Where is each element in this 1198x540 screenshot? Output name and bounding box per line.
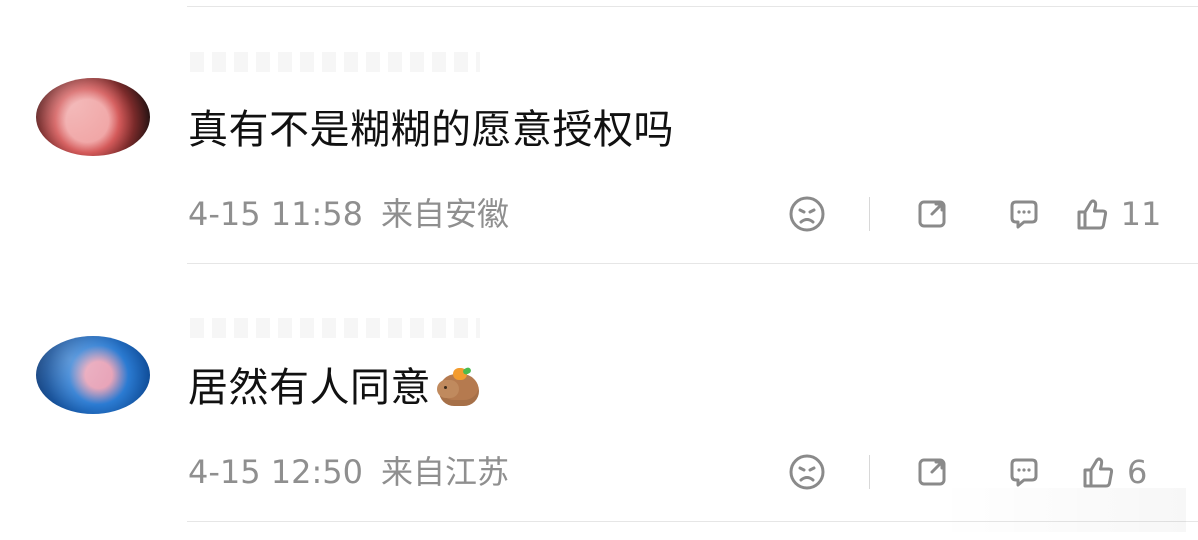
username-redacted bbox=[190, 318, 480, 338]
actions-separator bbox=[869, 455, 870, 489]
sad-face-icon bbox=[789, 454, 825, 490]
avatar[interactable] bbox=[36, 336, 150, 414]
watermark bbox=[936, 488, 1186, 532]
comment-date-time: 4-15 12:50 bbox=[188, 453, 364, 491]
dislike-button[interactable] bbox=[761, 450, 853, 494]
share-icon bbox=[918, 458, 946, 486]
thumbs-up-icon bbox=[1083, 457, 1114, 488]
comment-text-content: 居然有人同意 bbox=[188, 365, 431, 411]
comment-text: 居然有人同意 bbox=[188, 364, 481, 412]
comment-list: 真有不是糊糊的愿意授权吗 4-15 11:58 来自安徽 11 居然有人同意 4… bbox=[0, 0, 1198, 540]
capybara-emoji-icon bbox=[437, 366, 481, 410]
comment-icon bbox=[1010, 458, 1038, 487]
divider-middle bbox=[187, 263, 1198, 264]
comment-location: 来自江苏 bbox=[381, 453, 510, 491]
like-count: 6 bbox=[1127, 453, 1148, 491]
comment-meta: 4-15 12:50 来自江苏 bbox=[188, 452, 509, 492]
comment-2: 居然有人同意 4-15 12:50 来自江苏 6 bbox=[0, 0, 1198, 491]
